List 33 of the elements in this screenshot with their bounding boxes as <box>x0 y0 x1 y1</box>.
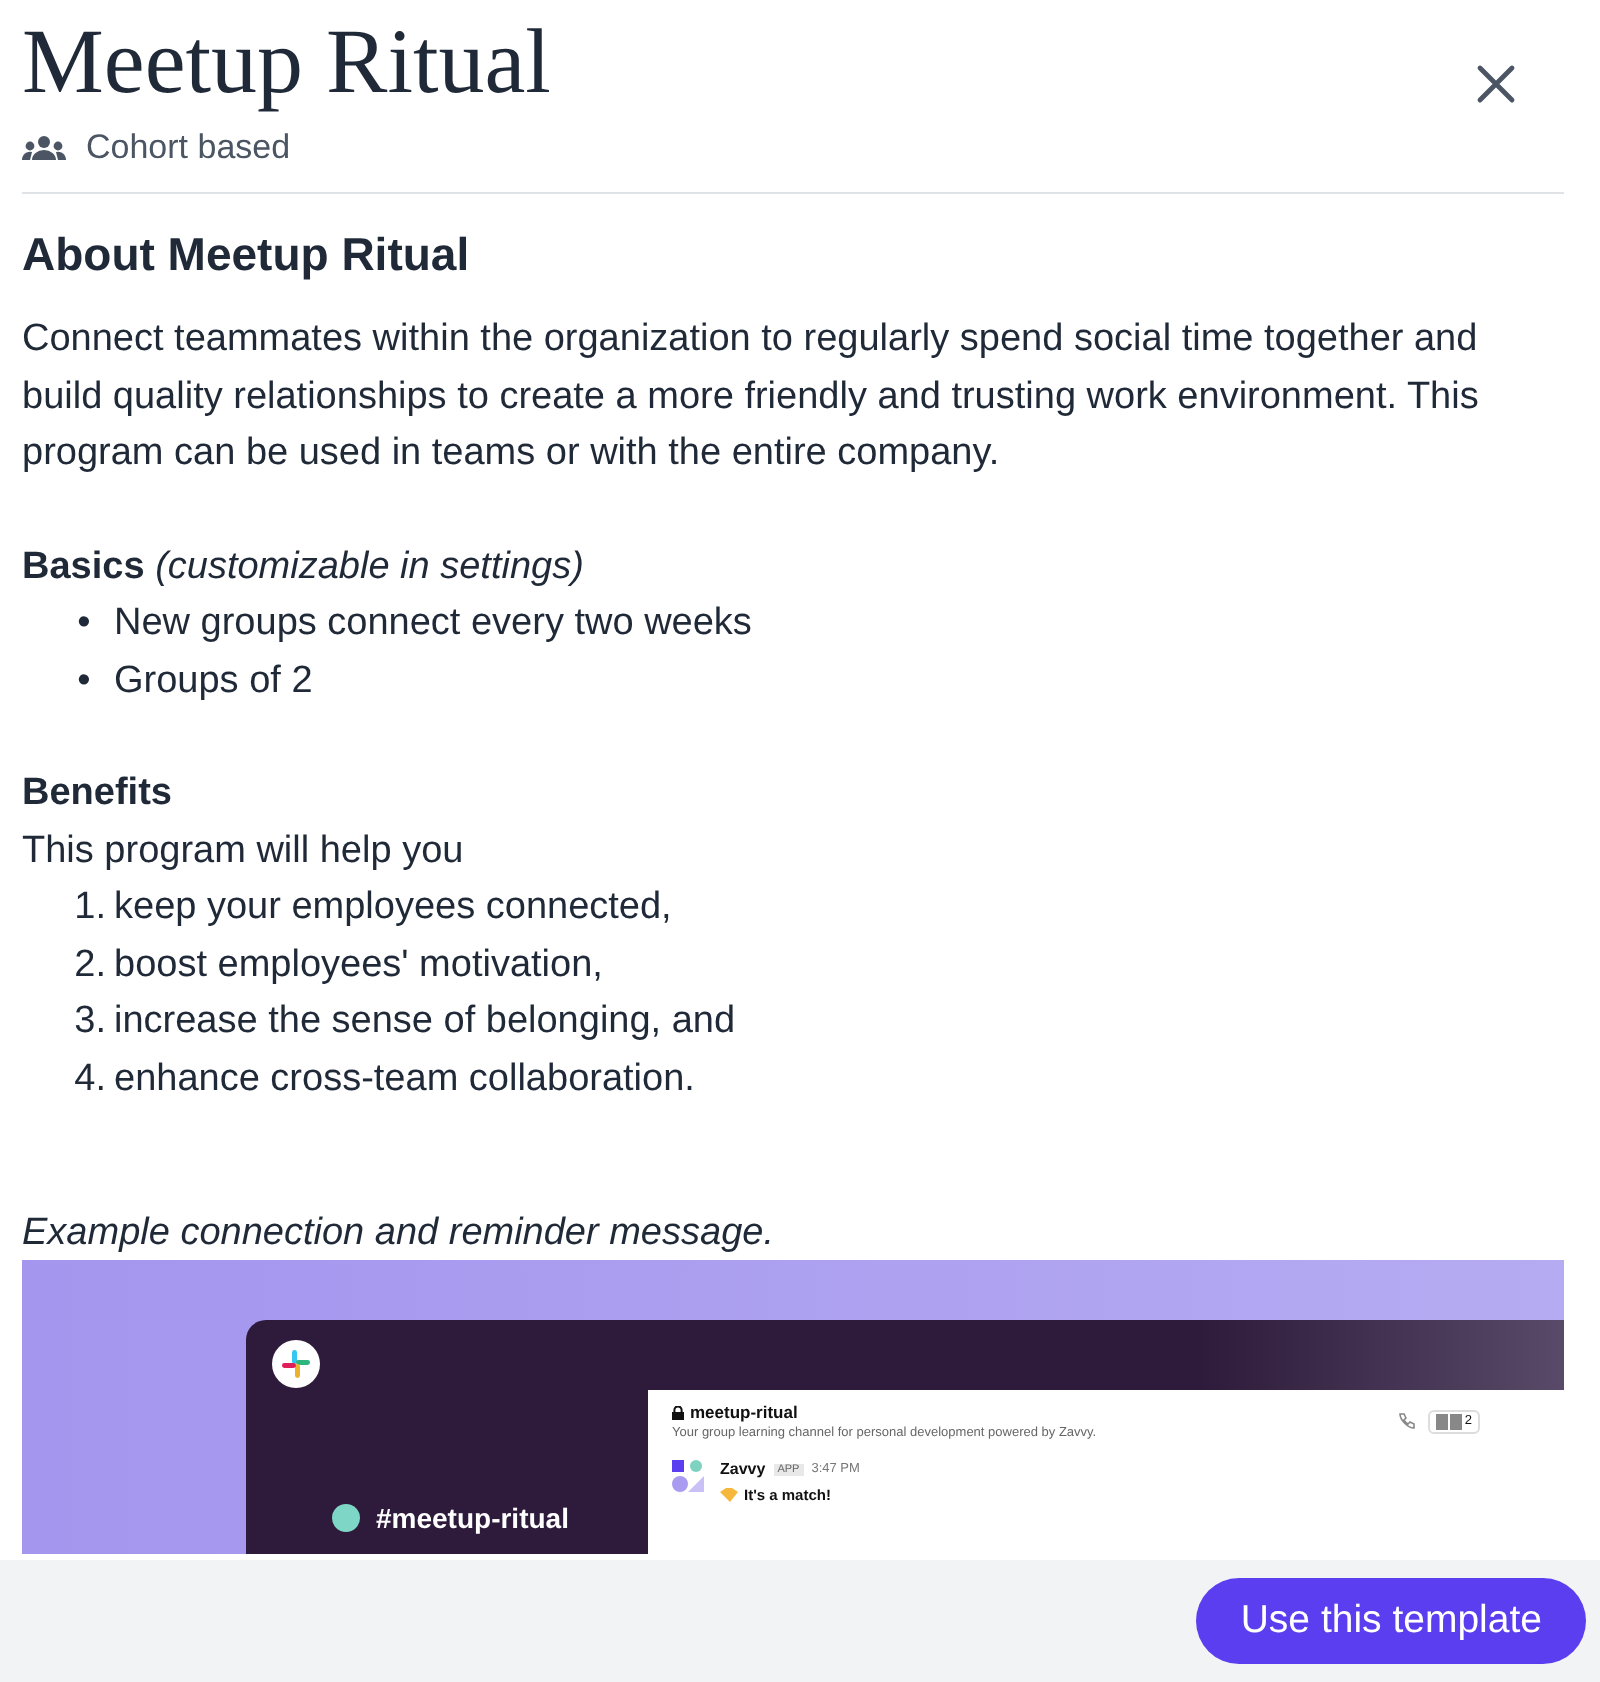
list-item: increase the sense of belonging, and <box>114 998 736 1046</box>
page-title: Meetup Ritual <box>22 8 551 116</box>
close-button[interactable] <box>1476 64 1516 104</box>
program-type: Cohort based <box>86 128 291 168</box>
list-item: keep your employees connected, <box>114 884 672 932</box>
list-number: 4. <box>72 1055 106 1103</box>
list-number: 1. <box>72 884 106 932</box>
close-icon <box>1476 64 1516 104</box>
benefits-intro: This program will help you <box>22 827 466 875</box>
description: Connect teammates within the organization to regularly spend social time together and build quality relationships to create a more friendly and trusting work environment. This program can be used in teams or with the entire company. <box>22 316 1481 478</box>
lock-icon <box>672 1405 684 1419</box>
section-heading: About Meetup Ritual <box>22 226 472 284</box>
phone-icon <box>1398 1412 1417 1430</box>
section-heading: Basics <box>22 545 145 587</box>
list-item: New groups connect every two weeks <box>114 600 752 648</box>
image-caption: Example connection and reminder message. <box>22 1210 776 1258</box>
list-item: Groups of 2 <box>114 657 313 705</box>
bullet-marker: • <box>75 600 93 648</box>
sender-name: Zavvy <box>720 1460 766 1478</box>
bullet-marker: • <box>75 657 93 705</box>
list-item: boost employees' motivation, <box>114 941 603 989</box>
section-heading: Benefits <box>22 772 172 814</box>
settings-note: (customizable in settings) <box>155 545 584 587</box>
list-number: 3. <box>72 998 106 1046</box>
channel-dot <box>332 1504 360 1532</box>
bot-avatar-icon <box>672 1460 704 1492</box>
list-item: enhance cross-team collaboration. <box>114 1055 695 1103</box>
sidebar-channel: #meetup-ritual <box>376 1502 569 1534</box>
group-icon <box>22 134 66 162</box>
use-template-button[interactable]: Use this template <box>1196 1578 1586 1664</box>
app-logo-icon <box>272 1340 320 1388</box>
channel-name: meetup-ritual <box>690 1402 798 1422</box>
list-number: 2. <box>72 941 106 989</box>
